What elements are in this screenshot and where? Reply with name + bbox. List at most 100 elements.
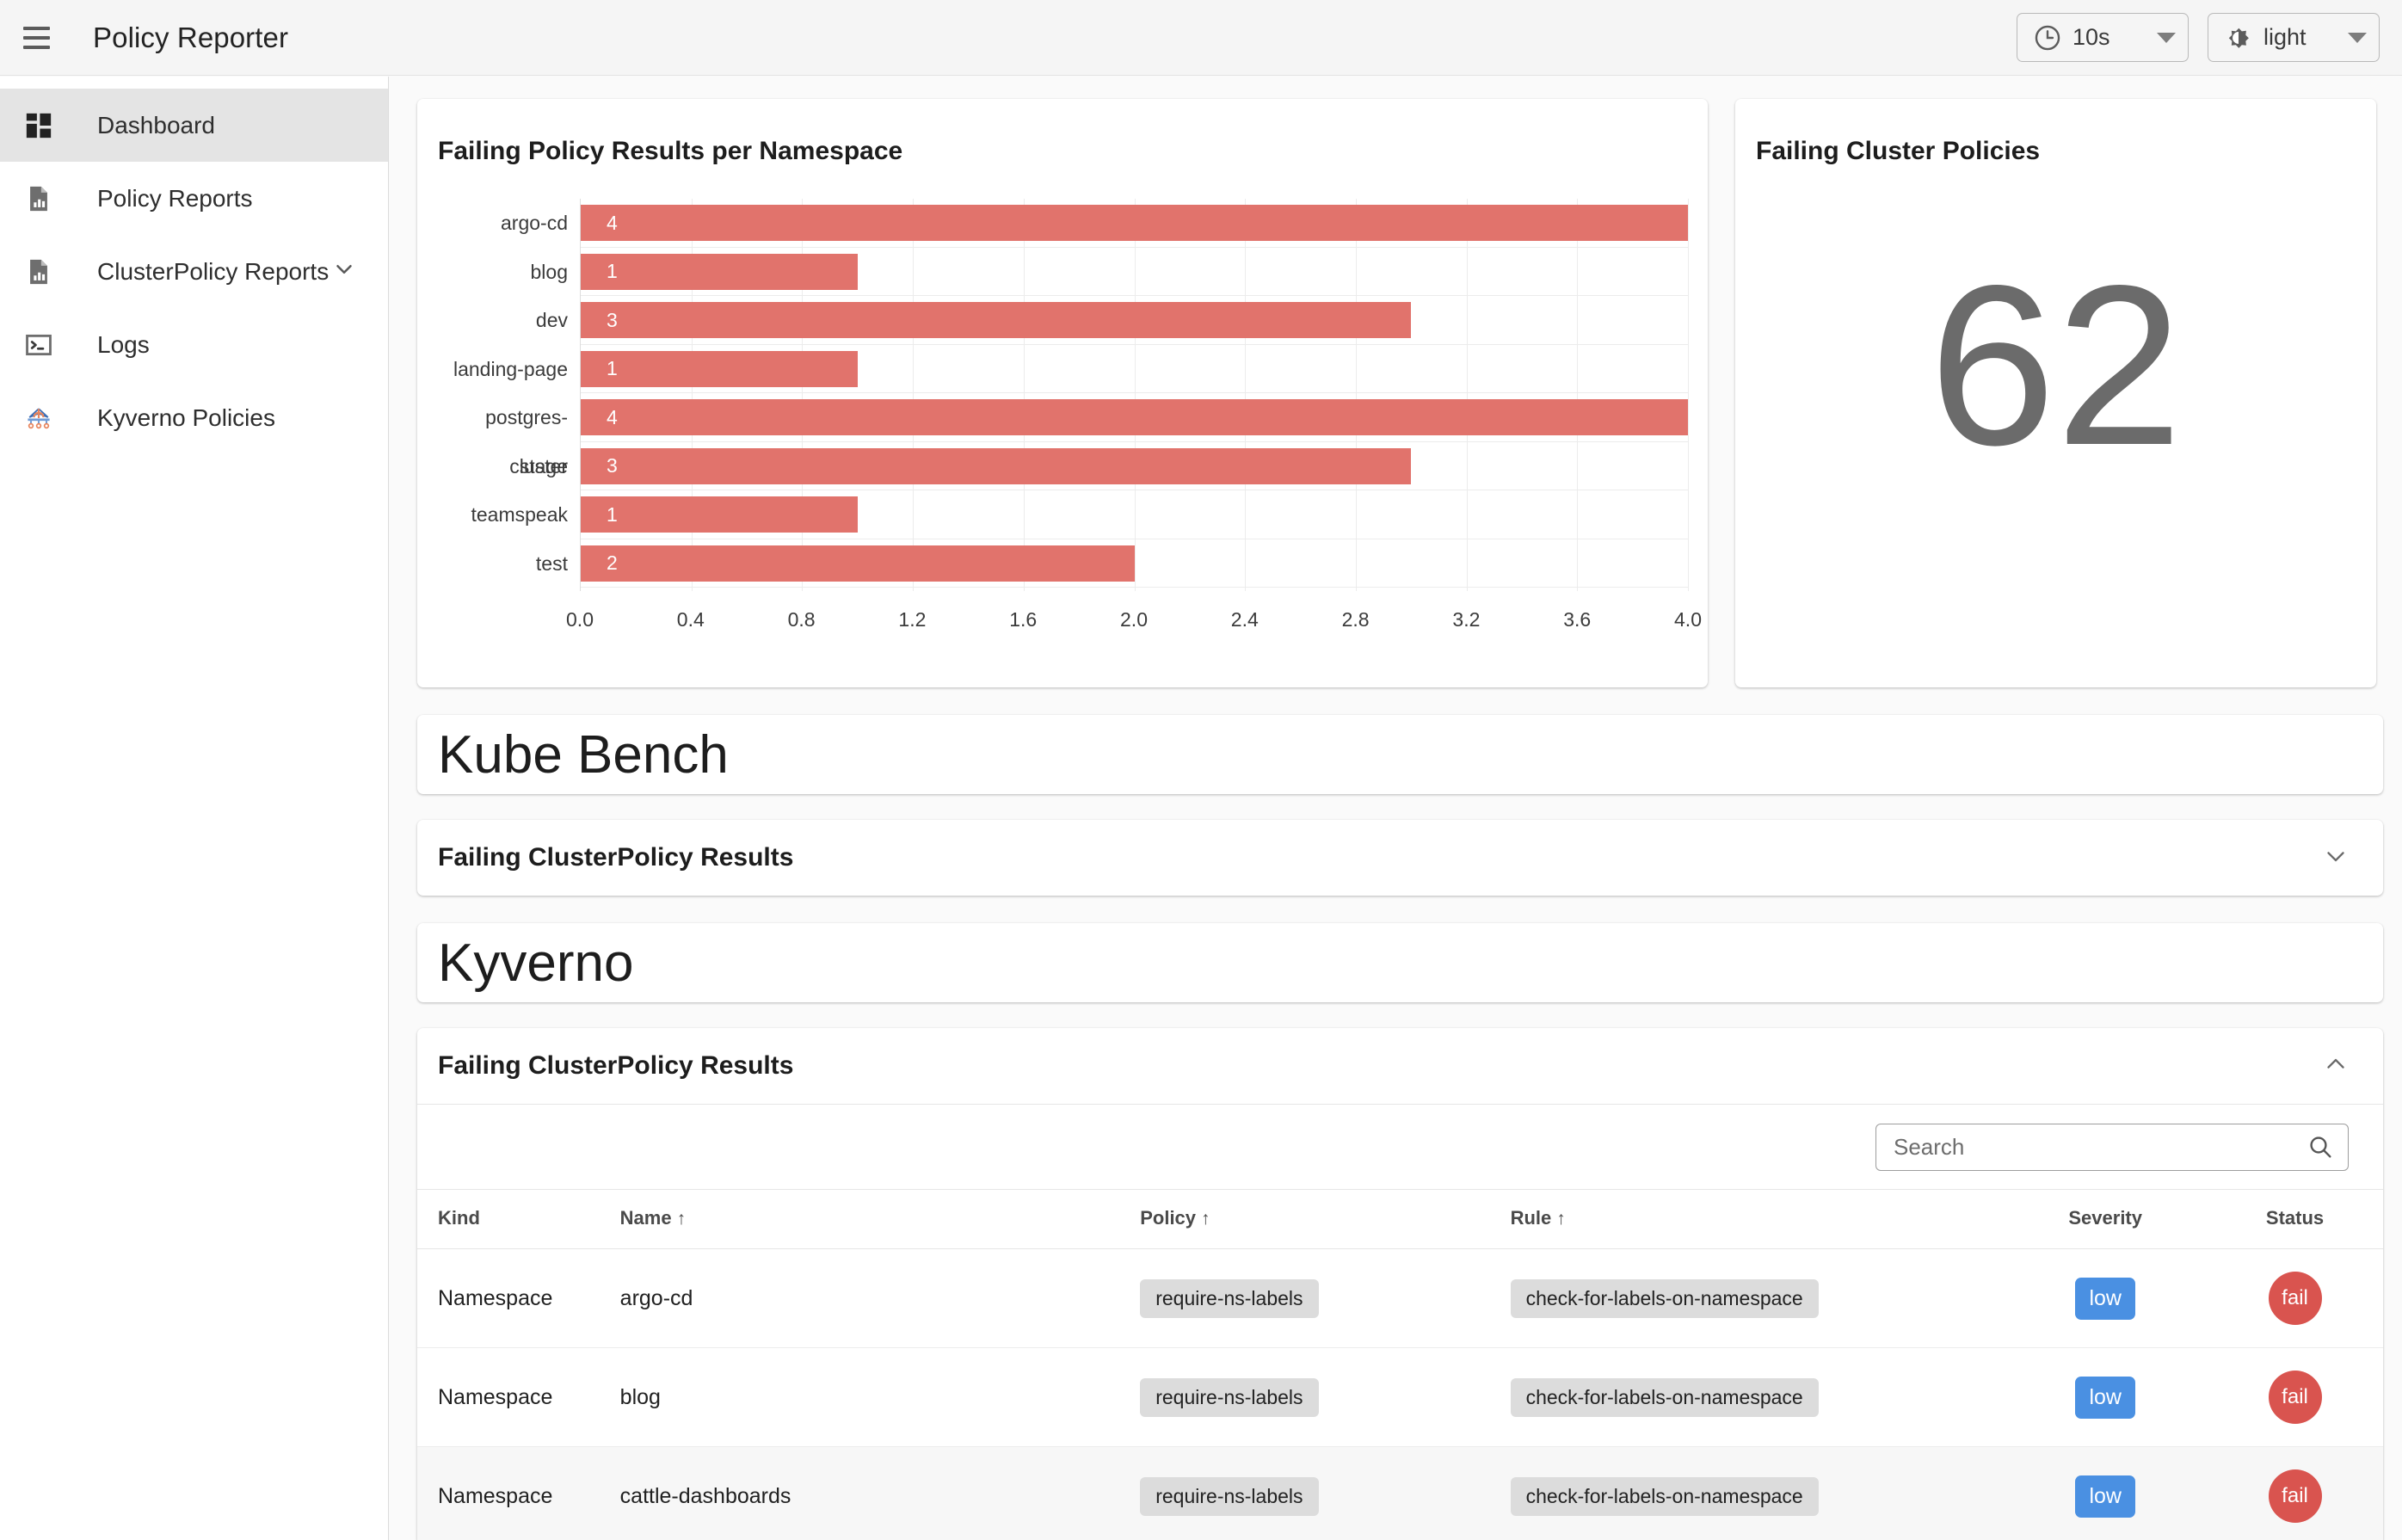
cell-name: argo-cd [619,1248,1141,1348]
refresh-interval-dropdown[interactable]: 10s [2017,13,2189,62]
refresh-interval-label: 10s [2072,24,2110,50]
bar-value-label: 2 [607,551,618,574]
theme-label: light [2263,24,2307,50]
sidebar-item-policy-reports[interactable]: Policy Reports [0,162,388,235]
search-box[interactable] [1875,1123,2349,1171]
section-banner-kyverno: Kyverno [417,923,2383,1002]
bar-argo-cd[interactable]: 4 [581,205,1688,241]
panel-title: Failing ClusterPolicy Results [438,1051,794,1080]
count-card-title: Failing Cluster Policies [1756,137,2041,165]
app-title: Policy Reporter [93,21,289,53]
cell-rule: check-for-labels-on-namespace [1510,1446,2005,1540]
y-tick-label: argo-cd [501,212,568,234]
bar-blog[interactable]: 1 [581,253,858,290]
chevron-down-icon[interactable] [2321,841,2350,875]
bar-teamspeak[interactable]: 1 [581,496,858,533]
bar-test[interactable]: 2 [581,545,1135,582]
sidebar-item-label: Kyverno Policies [97,403,275,431]
search-input[interactable] [1894,1133,2307,1161]
bar-postgres-cluster[interactable]: 4 [581,399,1688,435]
app-root: Policy Reporter 10s light Dashboard Poli… [0,0,2402,1540]
bar-chart: argo-cd blog dev landing-page postgres-c… [436,194,1702,662]
sidebar-item-label: Logs [97,330,150,358]
severity-badge: low [2075,1376,2135,1419]
dashboard-top-row: Failing Policy Results per Namespace arg… [417,99,2383,687]
column-label: Name [619,1207,672,1229]
panel-header-toggle[interactable]: Failing ClusterPolicy Results [417,820,2383,896]
chevron-up-icon[interactable] [2321,1050,2350,1083]
table-row[interactable]: Namespace blog require-ns-labels check-f… [417,1347,2383,1447]
y-tick-label: dev [535,309,568,331]
bar-value-label: 4 [607,211,618,234]
sidebar-item-logs[interactable]: Logs [0,308,388,381]
x-tick-label: 2.8 [1341,608,1370,631]
status-badge: fail [2268,1469,2322,1523]
bar-value-label: 3 [607,308,618,331]
sidebar: Dashboard Policy Reports ClusterPolicy R… [0,77,389,1540]
rule-chip: check-for-labels-on-namespace [1510,1278,1819,1318]
section-banner-kube-bench: Kube Bench [417,715,2383,794]
y-tick-label: blog [530,260,568,283]
chevron-down-icon [2157,32,2176,43]
report-document-icon [12,245,65,299]
table-row[interactable]: Namespace argo-cd require-ns-labels chec… [417,1248,2383,1348]
table-header: Kind Name ↑ Policy ↑ Rule ↑ Severity Status [417,1189,2383,1249]
section-title: Kube Bench [438,724,729,785]
terminal-icon [12,318,65,372]
policy-chip: require-ns-labels [1140,1278,1319,1318]
x-tick-label: 2.4 [1230,608,1259,631]
chart-y-axis-labels: argo-cd blog dev landing-page postgres-c… [436,199,580,588]
column-label: Severity [2068,1207,2142,1229]
column-header-status[interactable]: Status [2207,1189,2383,1249]
panel-header-toggle[interactable]: Failing ClusterPolicy Results [417,1028,2383,1104]
hamburger-menu-icon[interactable] [9,10,64,65]
status-badge: fail [2268,1272,2322,1325]
sidebar-item-label: ClusterPolicy Reports [97,257,330,285]
bar-stage[interactable]: 3 [581,447,1412,484]
chevron-down-icon [2348,32,2367,43]
column-label: Kind [438,1207,480,1229]
arrow-up-icon: ↑ [1556,1209,1566,1229]
rule-chip: check-for-labels-on-namespace [1510,1476,1819,1516]
cell-status: fail [2207,1446,2383,1540]
sidebar-item-clusterpolicy-reports[interactable]: ClusterPolicy Reports [0,235,388,308]
cell-kind: Namespace [417,1347,620,1447]
failing-results-table: Kind Name ↑ Policy ↑ Rule ↑ Severity Status… [417,1189,2383,1540]
brightness-icon [2228,28,2249,48]
policy-chip: require-ns-labels [1140,1476,1319,1516]
cell-status: fail [2207,1347,2383,1447]
column-header-severity[interactable]: Severity [2004,1189,2208,1249]
column-header-name[interactable]: Name ↑ [619,1189,1141,1249]
x-tick-label: 0.4 [676,608,705,631]
cell-name: cattle-dashboards [619,1446,1141,1540]
cell-status: fail [2207,1248,2383,1348]
panel-title: Failing ClusterPolicy Results [438,843,794,872]
failing-policy-results-chart-card: Failing Policy Results per Namespace arg… [417,99,1708,687]
failing-cluster-policies-count: 62 [1929,238,2183,493]
theme-dropdown[interactable]: light [2208,13,2380,62]
column-header-policy[interactable]: Policy ↑ [1140,1189,1511,1249]
cell-policy: require-ns-labels [1140,1446,1511,1540]
bar-value-label: 1 [607,502,618,526]
cell-rule: check-for-labels-on-namespace [1510,1248,2005,1348]
cell-policy: require-ns-labels [1140,1248,1511,1348]
sidebar-item-kyverno-policies[interactable]: Kyverno Policies [0,381,388,454]
bar-value-label: 1 [607,357,618,379]
cell-severity: low [2004,1347,2208,1447]
column-header-rule[interactable]: Rule ↑ [1510,1189,2005,1249]
x-tick-label: 0.0 [566,608,594,631]
column-header-kind[interactable]: Kind [417,1189,620,1249]
search-icon[interactable] [2307,1133,2334,1161]
sidebar-item-dashboard[interactable]: Dashboard [0,89,388,162]
x-tick-label: 1.2 [898,608,927,631]
table-row[interactable]: Namespace cattle-dashboards require-ns-l… [417,1446,2383,1540]
table-header-row: Kind Name ↑ Policy ↑ Rule ↑ Severity Status [417,1189,2383,1249]
column-label: Rule [1510,1207,1552,1229]
bar-dev[interactable]: 3 [581,302,1412,338]
chart-gridline [1688,199,1689,591]
x-tick-label: 0.8 [787,608,816,631]
chevron-down-icon[interactable] [331,256,357,286]
y-tick-label: landing-page [453,357,568,380]
bar-landing-page[interactable]: 1 [581,350,858,387]
sidebar-item-label: Policy Reports [97,184,253,212]
